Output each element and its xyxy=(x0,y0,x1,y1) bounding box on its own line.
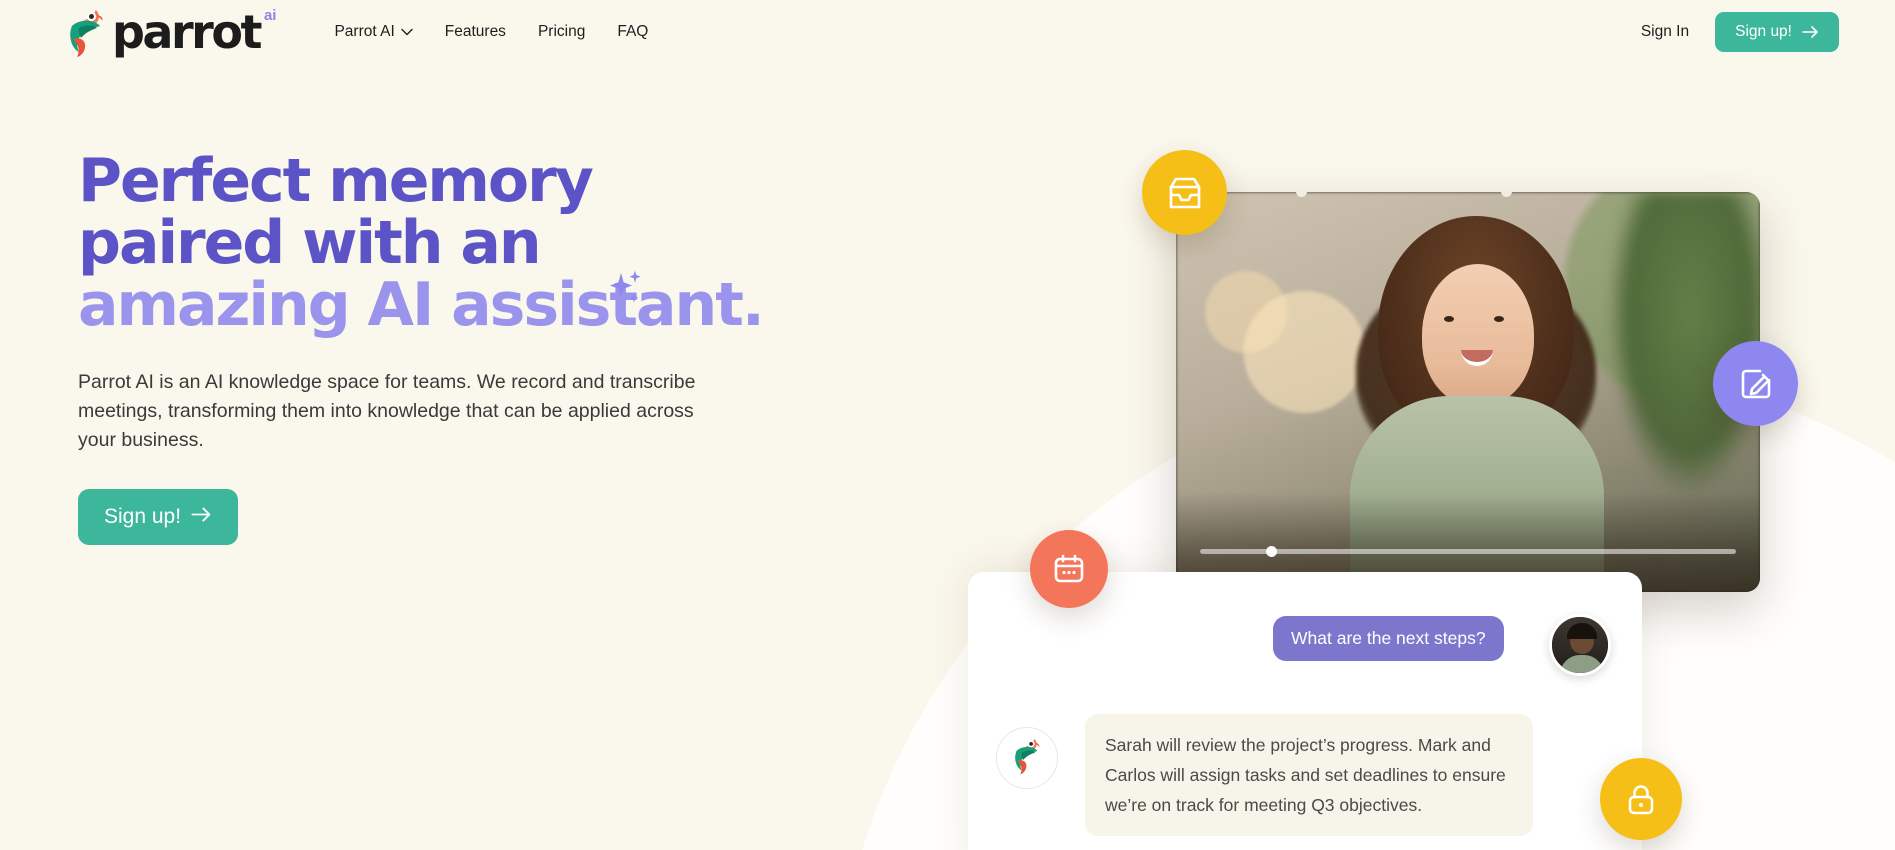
nav-item-pricing[interactable]: Pricing xyxy=(538,23,585,41)
header-actions: Sign In Sign up! xyxy=(1641,12,1839,52)
edit-square-icon xyxy=(1734,362,1778,406)
logo[interactable]: parrot ai xyxy=(66,6,276,58)
nav-label-features: Features xyxy=(444,23,506,40)
video-progress-bar[interactable] xyxy=(1200,546,1736,557)
edit-badge xyxy=(1713,341,1798,426)
logo-wordmark: parrot xyxy=(112,5,262,59)
header-sign-up-button[interactable]: Sign up! xyxy=(1715,12,1839,52)
nav-label-pricing: Pricing xyxy=(537,23,586,40)
inbox-icon xyxy=(1163,171,1207,215)
chevron-down-icon xyxy=(401,28,413,36)
nav-item-features[interactable]: Features xyxy=(445,23,506,41)
user-avatar xyxy=(1549,614,1611,676)
inbox-badge xyxy=(1142,150,1227,235)
hero-sign-up-button[interactable]: Sign up! xyxy=(78,489,239,545)
header-sign-up-label: Sign up! xyxy=(1735,23,1792,40)
hero-paragraph: Parrot AI is an AI knowledge space for t… xyxy=(78,371,696,451)
sparkle-icon xyxy=(608,256,642,303)
meeting-video-card[interactable] xyxy=(1176,192,1760,592)
lock-icon xyxy=(1620,778,1662,820)
hero-content: Perfect memory paired with an amazing AI… xyxy=(78,150,838,545)
lock-badge xyxy=(1600,758,1682,840)
calendar-badge xyxy=(1030,530,1108,608)
arrow-right-icon xyxy=(1802,25,1819,39)
parrot-logo-icon xyxy=(66,6,106,58)
chat-user-message: What are the next steps? xyxy=(1273,616,1504,661)
sign-in-link[interactable]: Sign In xyxy=(1641,23,1689,41)
video-progress-knob[interactable] xyxy=(1266,546,1277,557)
calendar-icon xyxy=(1049,549,1089,589)
video-thumbnail xyxy=(1176,192,1760,592)
site-header: parrot ai Parrot AI Features Pricing FAQ… xyxy=(0,0,1895,64)
nav-label-parrot-ai: Parrot AI xyxy=(334,23,395,40)
hero-sign-up-label: Sign up! xyxy=(104,505,182,528)
arrow-right-icon xyxy=(191,505,212,529)
parrot-logo-icon xyxy=(1012,736,1042,780)
nav-item-parrot-ai[interactable]: Parrot AI xyxy=(334,23,413,41)
nav-label-faq: FAQ xyxy=(617,23,649,40)
hero-headline-line-2: paired with an xyxy=(78,208,542,278)
hero-headline: Perfect memory paired with an amazing AI… xyxy=(78,150,838,336)
primary-nav: Parrot AI Features Pricing FAQ xyxy=(334,23,648,41)
chat-bot-message: Sarah will review the project’s progress… xyxy=(1085,714,1533,836)
parrot-avatar xyxy=(996,727,1058,789)
logo-superscript: ai xyxy=(263,7,277,24)
nav-item-faq[interactable]: FAQ xyxy=(617,23,648,41)
hero-headline-line-3: amazing AI assistant. xyxy=(78,270,765,340)
hero-headline-line-1: Perfect memory xyxy=(78,146,594,216)
